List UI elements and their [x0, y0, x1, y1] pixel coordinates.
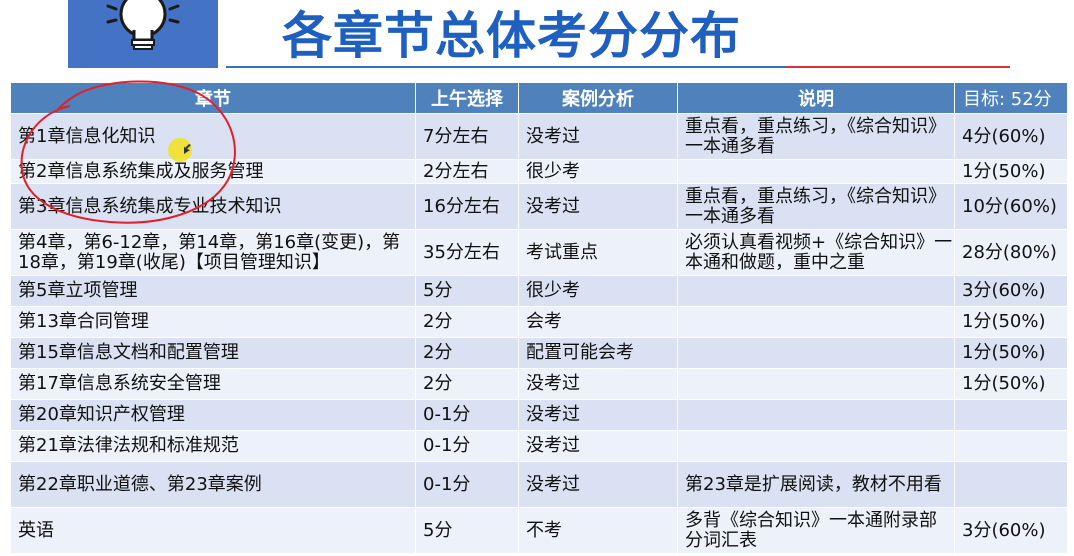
cell-note [677, 306, 955, 338]
cell-goal: 28分(80%) [954, 229, 1068, 276]
table-row: 第4章，第6-12章，第14章，第16章(变更)，第18章，第19章(收尾)【项… [10, 229, 1068, 276]
table-row: 第2章信息系统集成及服务管理 2分左右 很少考 1分(50%) [10, 159, 1068, 184]
cell-goal: 10分(60%) [954, 183, 1068, 230]
cell-goal: 1分(50%) [954, 337, 1068, 369]
cell-case: 没考过 [518, 183, 678, 230]
cell-goal: 3分(60%) [954, 507, 1068, 554]
cell-morning: 7分左右 [415, 113, 519, 160]
cell-goal: 4分(60%) [954, 113, 1068, 160]
cell-chapter: 第4章，第6-12章，第14章，第16章(变更)，第18章，第19章(收尾)【项… [10, 229, 416, 276]
score-distribution-table: 章节 上午选择 案例分析 说明 目标: 52分 第1章信息化知识 7分左右 没考… [10, 82, 1068, 554]
cell-case: 不考 [518, 507, 678, 554]
cell-goal: 1分(50%) [954, 159, 1068, 184]
header-case: 案例分析 [518, 82, 678, 114]
cell-morning: 5分 [415, 275, 519, 307]
cell-chapter: 第21章法律法规和标准规范 [10, 430, 416, 462]
cell-goal [954, 461, 1068, 508]
cell-chapter: 第17章信息系统安全管理 [10, 368, 416, 400]
lightbulb-icon [106, 0, 180, 50]
cell-case: 很少考 [518, 159, 678, 184]
cell-chapter: 第2章信息系统集成及服务管理 [10, 159, 416, 184]
cell-case: 没考过 [518, 368, 678, 400]
cell-goal: 3分(60%) [954, 275, 1068, 307]
table-row: 第22章职业道德、第23章案例 0-1分 没考过 第23章是扩展阅读，教材不用看 [10, 461, 1068, 508]
cell-morning: 0-1分 [415, 461, 519, 508]
cell-goal [954, 430, 1068, 462]
cell-chapter: 第1章信息化知识 [10, 113, 416, 160]
cell-case: 会考 [518, 306, 678, 338]
cell-chapter: 第5章立项管理 [10, 275, 416, 307]
header-morning: 上午选择 [415, 82, 519, 114]
cell-note: 第23章是扩展阅读，教材不用看 [677, 461, 955, 508]
cell-note: 重点看，重点练习，《综合知识》一本通多看 [677, 183, 955, 230]
cell-note [677, 337, 955, 369]
cell-case: 没考过 [518, 430, 678, 462]
cell-note: 重点看，重点练习，《综合知识》一本通多看 [677, 113, 955, 160]
cell-morning: 0-1分 [415, 399, 519, 431]
header-note: 说明 [677, 82, 955, 114]
cell-goal [954, 399, 1068, 431]
cell-chapter: 第20章知识产权管理 [10, 399, 416, 431]
header-chapter: 章节 [10, 82, 416, 114]
cell-note [677, 430, 955, 462]
cell-morning: 16分左右 [415, 183, 519, 230]
cell-note [677, 368, 955, 400]
cell-chapter: 第15章信息文档和配置管理 [10, 337, 416, 369]
cell-case: 没考过 [518, 399, 678, 431]
cell-morning: 2分 [415, 337, 519, 369]
table-row: 第20章知识产权管理 0-1分 没考过 [10, 399, 1068, 431]
cell-note [677, 399, 955, 431]
cell-morning: 5分 [415, 507, 519, 554]
cell-morning: 2分 [415, 306, 519, 338]
cell-note: 必须认真看视频+《综合知识》一本通和做题，重中之重 [677, 229, 955, 276]
cell-morning: 2分左右 [415, 159, 519, 184]
cell-chapter: 第22章职业道德、第23章案例 [10, 461, 416, 508]
title-underline-red [786, 66, 1010, 68]
table-header-row: 章节 上午选择 案例分析 说明 目标: 52分 [10, 82, 1068, 114]
table-row: 第15章信息文档和配置管理 2分 配置可能会考 1分(50%) [10, 337, 1068, 369]
cell-morning: 2分 [415, 368, 519, 400]
table-row: 第1章信息化知识 7分左右 没考过 重点看，重点练习，《综合知识》一本通多看 4… [10, 113, 1068, 160]
cell-chapter: 英语 [10, 507, 416, 554]
cell-chapter: 第3章信息系统集成专业技术知识 [10, 183, 416, 230]
title-underline-blue [226, 66, 786, 68]
slide-title: 各章节总体考分分布 [282, 7, 741, 65]
table-row: 第3章信息系统集成专业技术知识 16分左右 没考过 重点看，重点练习，《综合知识… [10, 183, 1068, 230]
cell-chapter: 第13章合同管理 [10, 306, 416, 338]
cell-note [677, 159, 955, 184]
header-goal: 目标: 52分 [954, 82, 1068, 114]
cell-case: 没考过 [518, 113, 678, 160]
cell-morning: 35分左右 [415, 229, 519, 276]
logo-box [68, 0, 218, 68]
cell-morning: 0-1分 [415, 430, 519, 462]
cell-goal: 1分(50%) [954, 368, 1068, 400]
cell-case: 没考过 [518, 461, 678, 508]
table-row: 第13章合同管理 2分 会考 1分(50%) [10, 306, 1068, 338]
cell-case: 配置可能会考 [518, 337, 678, 369]
cell-goal: 1分(50%) [954, 306, 1068, 338]
table-row: 第17章信息系统安全管理 2分 没考过 1分(50%) [10, 368, 1068, 400]
table-row: 第5章立项管理 5分 很少考 3分(60%) [10, 275, 1068, 307]
table-row: 第21章法律法规和标准规范 0-1分 没考过 [10, 430, 1068, 462]
cell-note [677, 275, 955, 307]
cell-case: 考试重点 [518, 229, 678, 276]
cell-note: 多背《综合知识》一本通附录部分词汇表 [677, 507, 955, 554]
table-row: 英语 5分 不考 多背《综合知识》一本通附录部分词汇表 3分(60%) [10, 507, 1068, 554]
cell-case: 很少考 [518, 275, 678, 307]
